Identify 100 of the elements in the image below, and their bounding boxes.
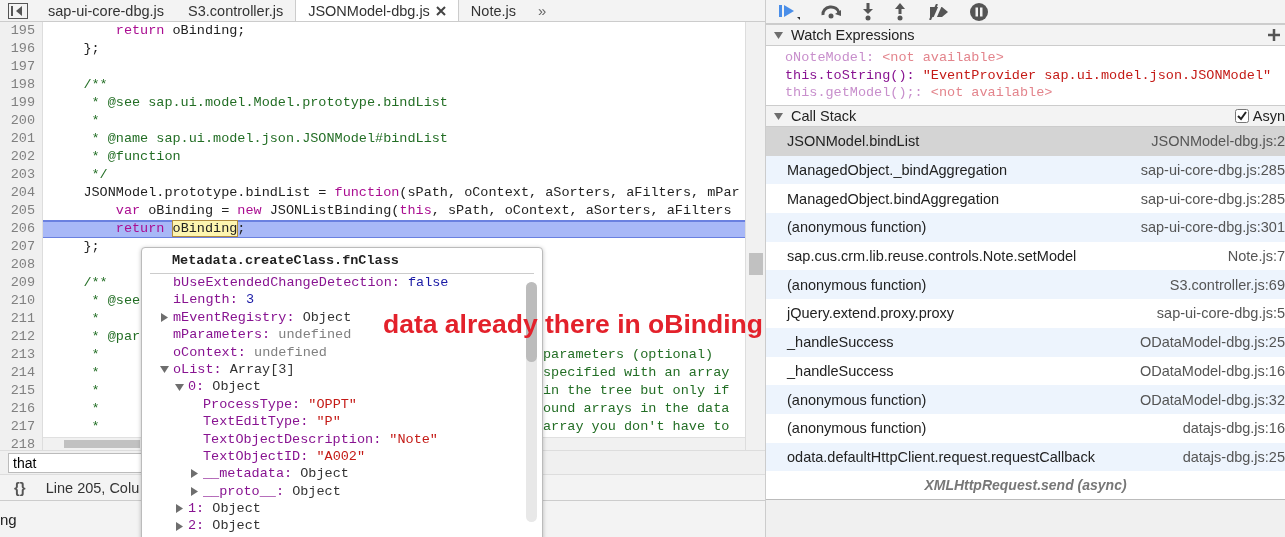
section-header[interactable]: Call Stack <box>766 105 1235 127</box>
call-stack-frame[interactable]: (anonymous function) ODataModel-dbg.js:32 <box>766 385 1285 414</box>
scrollbar-thumb[interactable] <box>64 440 140 448</box>
file-tab[interactable]: sap-ui-core-dbg.js <box>36 0 177 21</box>
step-into-icon[interactable] <box>862 2 874 21</box>
code-line: * @function <box>90 149 181 164</box>
call-stack-frame[interactable]: sap.cus.crm.lib.reuse.controls.Note.setModel Note.js:7 <box>766 241 1285 271</box>
annotation-text: data already there in oBinding <box>383 309 763 340</box>
code-line: }; <box>82 239 100 254</box>
step-over-icon[interactable] <box>820 4 842 19</box>
property-entry: 1: Object <box>188 500 261 518</box>
code-line: parameters (optional) <box>543 347 714 362</box>
property-entry: iLength: 3 <box>173 291 255 309</box>
file-location[interactable]: S3.controller.js:69 <box>1169 276 1285 293</box>
call-stack-frame[interactable]: odata.defaultHttpClient.request.requestCallback datajs-dbg.js:25 <box>766 442 1285 472</box>
cursor-position: Line 205, Colu <box>45 479 140 496</box>
line-number: 217 <box>0 418 43 436</box>
pretty-print-button[interactable]: {} <box>14 479 26 496</box>
deactivate-breakpoints-icon[interactable] <box>926 3 950 20</box>
expanded-triangle-icon[interactable] <box>774 111 783 121</box>
file-location[interactable]: ODataModel-dbg.js:32 <box>1139 391 1285 408</box>
scrollbar-thumb[interactable] <box>748 253 763 275</box>
code-line: * @name sap.ui.model.json.JSONModel#bindList <box>90 131 448 146</box>
function-name: (anonymous function) <box>787 420 927 437</box>
file-tab[interactable]: Note.js <box>458 0 528 21</box>
file-location[interactable]: ODataModel-dbg.js:16 <box>1139 362 1285 379</box>
code-line: }; <box>82 41 100 56</box>
expanded-triangle-icon[interactable] <box>774 30 783 40</box>
line-number: 216 <box>0 400 43 418</box>
code-line: * <box>90 401 100 416</box>
property-entry: TextObjectID: "A002" <box>203 447 366 466</box>
property-entry: oList: Array[3] <box>173 360 295 379</box>
resume-icon[interactable] <box>778 2 800 21</box>
code-line: array you don't have to <box>543 419 730 434</box>
add-icon[interactable] <box>1267 28 1281 42</box>
collapsed-triangle-icon[interactable] <box>160 312 169 322</box>
function-name: _handleSuccess <box>787 362 894 379</box>
line-number: 203 <box>0 166 43 184</box>
line-number: 209 <box>0 274 43 292</box>
file-tab[interactable]: JSONModel-dbg.js <box>295 0 459 21</box>
file-location[interactable]: sap-ui-core-dbg.js:285 <box>1140 190 1285 207</box>
step-out-icon[interactable] <box>894 2 906 21</box>
function-name: ManagedObject._bindAggregation <box>787 162 1008 179</box>
code-line: specified with an array <box>543 365 730 380</box>
call-stack-frame[interactable]: _handleSuccess ODataModel-dbg.js:25 <box>766 327 1285 357</box>
call-stack-frame[interactable]: (anonymous function) sap-ui-core-dbg.js:301 <box>766 213 1285 242</box>
line-number: 196 <box>0 40 43 58</box>
code-line: * <box>90 383 100 398</box>
code-line: var oBinding = new JSONListBinding(this, sPath, oContext, aSorters, aFilters <box>114 203 732 218</box>
property-entry: 2: Object <box>188 517 261 535</box>
line-number: 208 <box>0 256 43 274</box>
checkbox-label: Asyn <box>1252 108 1285 124</box>
property-entry: ProcessType: "OPPT" <box>203 395 357 414</box>
call-stack-frame[interactable]: jQuery.extend.proxy.proxy sap-ui-core-dbg.js:5 <box>766 299 1285 328</box>
code-line: return oBinding; <box>114 23 246 38</box>
call-stack-frame[interactable]: ManagedObject._bindAggregation sap-ui-core-dbg.js:285 <box>766 155 1285 185</box>
close-icon[interactable] <box>435 5 446 16</box>
line-number: 205 <box>0 202 43 220</box>
function-name: (anonymous function) <box>787 391 927 408</box>
code-line: * <box>90 419 100 434</box>
line-number: 198 <box>0 76 43 94</box>
line-number: 204 <box>0 184 43 202</box>
property-entry: __proto__: Object <box>203 482 341 501</box>
call-stack-frame[interactable]: (anonymous function) datajs-dbg.js:16 <box>766 413 1285 443</box>
file-location[interactable]: datajs-dbg.js:25 <box>1182 448 1285 465</box>
line-number: 213 <box>0 346 43 364</box>
call-stack-frame[interactable]: (anonymous function) S3.controller.js:69 <box>766 270 1285 300</box>
code-line: /** <box>82 77 108 92</box>
file-location[interactable]: sap-ui-core-dbg.js:285 <box>1140 162 1285 179</box>
property-entry: 0: Object <box>188 378 261 396</box>
file-location[interactable]: JSONModel-dbg.js:2 <box>1151 133 1285 150</box>
file-location[interactable]: sap-ui-core-dbg.js:5 <box>1156 305 1285 322</box>
line-number: 211 <box>0 310 43 328</box>
checkbox[interactable] <box>1234 109 1249 123</box>
call-stack-frame[interactable]: _handleSuccess ODataModel-dbg.js:16 <box>766 356 1285 386</box>
file-location[interactable]: Note.js:7 <box>1227 248 1285 265</box>
call-stack-frame[interactable]: ManagedObject.bindAggregation sap-ui-core-dbg.js:285 <box>766 184 1285 214</box>
call-stack-frame[interactable]: JSONModel.bindList JSONModel-dbg.js:2 <box>766 127 1285 156</box>
watch-expression: oNoteModel: <not available> <box>785 49 1005 67</box>
function-name: (anonymous function) <box>787 219 927 236</box>
file-location[interactable]: ODataModel-dbg.js:25 <box>1139 334 1285 351</box>
line-number: 210 <box>0 292 43 310</box>
line-number: 218 <box>0 436 43 450</box>
function-name: _handleSuccess <box>787 334 894 351</box>
popover-title: Metadata.createClass.fnClass <box>150 248 534 274</box>
function-name: sap.cus.crm.lib.reuse.controls.Note.setModel <box>787 248 1077 265</box>
property-entry: TextObjectDescription: "Note" <box>203 430 438 448</box>
code-line: * <box>90 311 100 326</box>
property-entry: __metadata: Object <box>203 465 349 483</box>
more-tabs-button[interactable]: » <box>528 2 557 19</box>
code-line: ound arrays in the data <box>543 401 730 416</box>
property-entry: bUseExtendedChangeDetection: false <box>173 274 449 292</box>
code-line: * @see <box>90 293 141 308</box>
code-line: /** <box>82 275 108 290</box>
file-location[interactable]: sap-ui-core-dbg.js:301 <box>1140 219 1285 236</box>
line-number: 199 <box>0 94 43 112</box>
file-location[interactable]: datajs-dbg.js:16 <box>1182 420 1285 437</box>
pause-icon[interactable] <box>970 2 988 21</box>
sidebar-toggle-icon[interactable] <box>8 3 28 19</box>
file-tab[interactable]: S3.controller.js <box>176 0 296 21</box>
